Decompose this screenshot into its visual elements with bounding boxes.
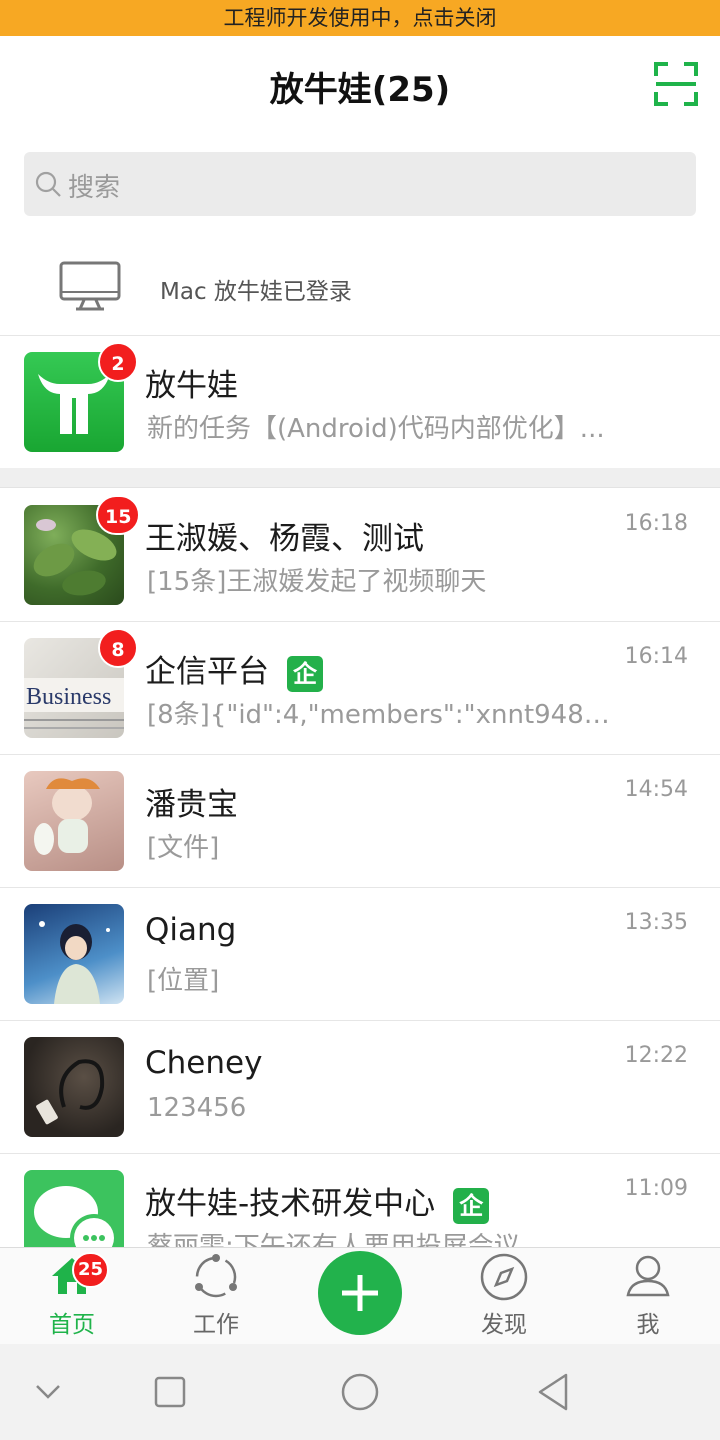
tab-discover[interactable]: 发现 — [454, 1248, 554, 1345]
chat-name-text: 放牛娃-技术研发中心 — [145, 1186, 436, 1222]
search-placeholder: 搜索 — [68, 173, 121, 203]
bottom-tab-bar: 25 首页 工作 发现 我 — [0, 1247, 720, 1344]
chat-preview: [15条]王淑媛发起了视频聊天 — [147, 567, 487, 597]
enterprise-tag: 企 — [287, 655, 323, 692]
page-title: 放牛娃(25) — [269, 70, 451, 110]
chat-avatar — [24, 1037, 124, 1137]
section-divider — [0, 468, 720, 488]
anime-photo-avatar — [39, 921, 110, 1004]
compass-icon — [480, 1253, 528, 1301]
tab-work-label: 工作 — [193, 1312, 239, 1338]
chat-preview: 123456 — [147, 1093, 247, 1123]
desktop-computer-icon — [59, 261, 121, 311]
tab-discover-label: 发现 — [481, 1312, 527, 1338]
unread-badge: 15 — [96, 495, 141, 535]
tab-me[interactable]: 我 — [598, 1248, 698, 1345]
home-button-icon[interactable] — [340, 1372, 380, 1412]
chat-preview: [8条]{"id":4,"members":"xnnt9481... — [147, 700, 617, 730]
group-chat-icon — [34, 1186, 118, 1247]
tab-home[interactable]: 25 首页 — [22, 1248, 122, 1345]
chat-name: 潘贵宝 — [145, 787, 238, 823]
chat-name: Cheney — [145, 1045, 263, 1081]
search-icon — [35, 171, 61, 197]
chat-avatar — [24, 771, 124, 871]
chat-name: 王淑媛、杨霞、测试 — [145, 521, 424, 557]
chat-preview: 蔡丽雯:下午还有人要用投屏会议 — [147, 1232, 520, 1247]
cable-photo-avatar — [36, 1059, 105, 1125]
chat-time: 14:54 — [624, 777, 688, 802]
work-icon — [195, 1254, 237, 1298]
plus-icon — [342, 1275, 378, 1311]
chat-row[interactable]: 放牛娃-技术研发中心企 11:09 蔡丽雯:下午还有人要用投屏会议 — [0, 1154, 720, 1247]
add-button[interactable] — [318, 1251, 402, 1335]
enterprise-tag: 企 — [453, 1187, 490, 1224]
tab-me-label: 我 — [636, 1312, 660, 1338]
chat-time: 11:09 — [624, 1176, 688, 1201]
chat-preview: [位置] — [147, 966, 220, 996]
scan-icon[interactable] — [654, 62, 698, 106]
chat-list[interactable]: 15 王淑媛、杨霞、测试 16:18 [15条]王淑媛发起了视频聊天 Busin… — [0, 489, 720, 1247]
chat-name: 放牛娃-技术研发中心企 — [145, 1178, 490, 1224]
chat-row[interactable]: 15 王淑媛、杨霞、测试 16:18 [15条]王淑媛发起了视频聊天 — [0, 489, 720, 622]
search-bar[interactable]: 搜索 — [24, 152, 696, 216]
app-item-name: 放牛娃 — [145, 368, 238, 404]
tab-work[interactable]: 工作 — [166, 1248, 266, 1345]
chat-avatar — [24, 1170, 124, 1247]
tab-home-label: 首页 — [49, 1312, 95, 1338]
top-header: 放牛娃(25) — [0, 36, 720, 134]
baby-photo-avatar — [34, 778, 100, 855]
chat-name-text: 企信平台 — [145, 654, 269, 690]
chat-name: Qiang — [145, 912, 237, 948]
person-icon — [626, 1255, 670, 1297]
back-icon[interactable] — [536, 1372, 572, 1412]
app-item-preview: 新的任务【(Android)代码内部优化】... — [147, 414, 605, 444]
chat-time: 16:14 — [624, 644, 688, 669]
chat-time: 16:18 — [624, 511, 688, 536]
chat-time: 13:35 — [624, 910, 688, 935]
chat-row[interactable]: 潘贵宝 14:54 [文件] — [0, 755, 720, 888]
chat-row[interactable]: Qiang 13:35 [位置] — [0, 888, 720, 1021]
chat-time: 12:22 — [624, 1043, 688, 1068]
chat-row[interactable]: Cheney 12:22 123456 — [0, 1021, 720, 1154]
chat-avatar — [24, 904, 124, 1004]
avatar-lettering: Business — [26, 684, 111, 710]
dev-mode-banner[interactable]: 工程师开发使用中，点击关闭 — [0, 0, 720, 36]
system-navigation-bar — [0, 1344, 720, 1440]
recent-apps-icon[interactable] — [154, 1376, 186, 1408]
home-unread-badge: 25 — [72, 1252, 110, 1288]
unread-badge: 8 — [98, 628, 138, 668]
unread-badge: 2 — [98, 342, 138, 382]
chat-preview: [文件] — [147, 833, 220, 863]
chevron-down-icon[interactable] — [34, 1382, 62, 1402]
desktop-login-notice[interactable]: Mac 放牛娃已登录 — [0, 236, 720, 336]
login-notice-text: Mac 放牛娃已登录 — [160, 279, 352, 305]
app-notification-item[interactable]: 2 放牛娃 新的任务【(Android)代码内部优化】... — [0, 336, 720, 468]
chat-name: 企信平台企 — [145, 646, 323, 692]
chat-row[interactable]: Business 8 企信平台企 16:14 [8条]{"id":4,"memb… — [0, 622, 720, 755]
